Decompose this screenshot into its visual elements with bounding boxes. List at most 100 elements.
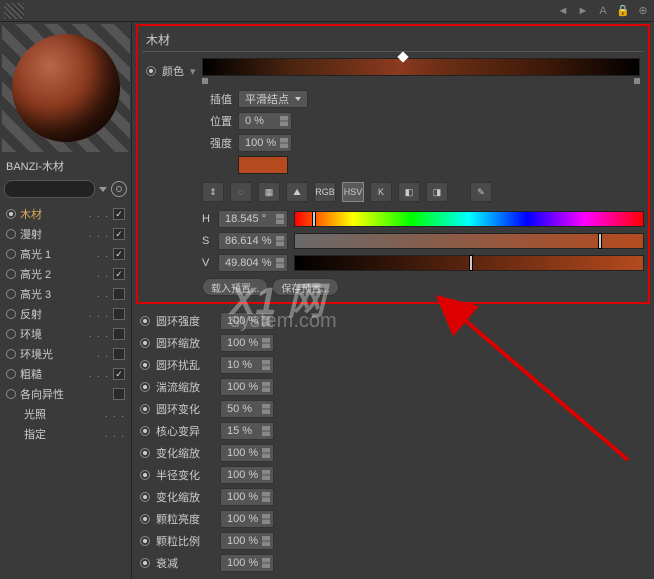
property-radio[interactable] — [140, 316, 150, 326]
title-bar: ◄ ► A 🔒 ⊕ — [0, 0, 654, 22]
property-spinner[interactable]: 100 % — [220, 378, 274, 396]
arrow-left-icon[interactable]: ◄ — [556, 4, 570, 18]
hue-handle[interactable] — [312, 211, 316, 227]
channel-radio[interactable] — [6, 229, 16, 239]
target-icon[interactable] — [111, 181, 127, 197]
extra-row[interactable]: 光照. . . — [2, 404, 129, 424]
v-spinner[interactable]: 49.804 % — [218, 254, 288, 272]
property-radio[interactable] — [140, 382, 150, 392]
channel-checkbox[interactable] — [113, 388, 125, 400]
channel-row[interactable]: 粗糙 . . . — [2, 364, 129, 384]
channel-radio[interactable] — [6, 249, 16, 259]
sat-slider[interactable] — [294, 233, 644, 249]
hue-slider[interactable] — [294, 211, 644, 227]
property-spinner[interactable]: 100 % — [220, 334, 274, 352]
channel-row[interactable]: 反射 . . . — [2, 304, 129, 324]
lock-icon[interactable]: 🔒 — [616, 4, 630, 18]
property-spinner[interactable]: 100 % — [220, 312, 274, 330]
channel-radio[interactable] — [6, 309, 16, 319]
tool-button[interactable]: ⛰ — [286, 182, 308, 202]
sat-handle[interactable] — [598, 233, 602, 249]
color-dropdown-icon[interactable]: ▾ — [190, 65, 196, 78]
property-spinner[interactable]: 100 % — [220, 532, 274, 550]
channel-dots: . . . — [89, 328, 109, 340]
channel-row[interactable]: 高光 2 . . — [2, 264, 129, 284]
extra-row[interactable]: 指定. . . — [2, 424, 129, 444]
load-preset-button[interactable]: 载入预置... — [202, 278, 268, 296]
tool-button[interactable]: ✎ — [470, 182, 492, 202]
property-row: 圆环变化 50 % — [140, 398, 646, 420]
property-radio[interactable] — [140, 404, 150, 414]
gradient-bar[interactable] — [202, 58, 640, 76]
tool-button[interactable]: ◌ — [230, 182, 252, 202]
search-input[interactable] — [4, 180, 95, 198]
property-label: 变化缩放 — [156, 445, 214, 461]
s-spinner[interactable]: 86.614 % — [218, 232, 288, 250]
channel-checkbox[interactable] — [113, 248, 125, 260]
channel-radio[interactable] — [6, 289, 16, 299]
h-spinner[interactable]: 18.545 ° — [218, 210, 288, 228]
position-spinner[interactable]: 0 % — [238, 112, 292, 130]
tool-button[interactable]: K — [370, 182, 392, 202]
channel-radio[interactable] — [6, 329, 16, 339]
channel-row[interactable]: 各向异性 — [2, 384, 129, 404]
property-radio[interactable] — [140, 448, 150, 458]
channel-checkbox[interactable] — [113, 368, 125, 380]
property-radio[interactable] — [140, 558, 150, 568]
gradient-range[interactable] — [202, 78, 640, 84]
property-spinner[interactable]: 100 % — [220, 444, 274, 462]
color-swatch[interactable] — [238, 156, 288, 174]
property-radio[interactable] — [140, 426, 150, 436]
extra-label: 指定 — [24, 426, 101, 442]
channel-radio[interactable] — [6, 389, 16, 399]
channel-checkbox[interactable] — [113, 328, 125, 340]
property-spinner[interactable]: 15 % — [220, 422, 274, 440]
channel-radio[interactable] — [6, 269, 16, 279]
add-icon[interactable]: ⊕ — [636, 4, 650, 18]
channel-row[interactable]: 漫射 . . . — [2, 224, 129, 244]
channel-radio[interactable] — [6, 369, 16, 379]
property-spinner[interactable]: 50 % — [220, 400, 274, 418]
tool-button[interactable]: ◨ — [426, 182, 448, 202]
property-radio[interactable] — [140, 536, 150, 546]
material-preview[interactable] — [2, 24, 130, 152]
channel-row[interactable]: 高光 1 . . — [2, 244, 129, 264]
tool-button[interactable]: ⇕ — [202, 182, 224, 202]
property-spinner[interactable]: 100 % — [220, 488, 274, 506]
channel-row[interactable]: 高光 3 . . — [2, 284, 129, 304]
tool-button[interactable]: RGB — [314, 182, 336, 202]
arrow-right-icon[interactable]: ► — [576, 4, 590, 18]
channel-radio[interactable] — [6, 349, 16, 359]
property-radio[interactable] — [140, 360, 150, 370]
channel-checkbox[interactable] — [113, 308, 125, 320]
text-icon[interactable]: A — [596, 4, 610, 18]
channel-row[interactable]: 环境光 . . — [2, 344, 129, 364]
channel-checkbox[interactable] — [113, 288, 125, 300]
property-radio[interactable] — [140, 338, 150, 348]
save-preset-button[interactable]: 保存预置... — [272, 278, 338, 296]
tool-button[interactable]: HSV — [342, 182, 364, 202]
interp-dropdown[interactable]: 平滑结点 — [238, 90, 308, 108]
property-radio[interactable] — [140, 514, 150, 524]
color-radio[interactable] — [146, 66, 156, 76]
property-spinner[interactable]: 100 % — [220, 510, 274, 528]
channel-row[interactable]: 木材 . . . — [2, 204, 129, 224]
val-handle[interactable] — [469, 255, 473, 271]
gradient-knot[interactable] — [397, 51, 408, 62]
tool-button[interactable]: ◧ — [398, 182, 420, 202]
dropdown-arrow-icon[interactable] — [99, 187, 107, 192]
channel-checkbox[interactable] — [113, 348, 125, 360]
val-slider[interactable] — [294, 255, 644, 271]
channel-row[interactable]: 环境 . . . — [2, 324, 129, 344]
channel-checkbox[interactable] — [113, 228, 125, 240]
channel-checkbox[interactable] — [113, 208, 125, 220]
property-spinner[interactable]: 10 % — [220, 356, 274, 374]
property-radio[interactable] — [140, 470, 150, 480]
property-spinner[interactable]: 100 % — [220, 554, 274, 572]
channel-checkbox[interactable] — [113, 268, 125, 280]
property-spinner[interactable]: 100 % — [220, 466, 274, 484]
channel-radio[interactable] — [6, 209, 16, 219]
tool-button[interactable]: ▦ — [258, 182, 280, 202]
property-radio[interactable] — [140, 492, 150, 502]
intensity-spinner[interactable]: 100 % — [238, 134, 292, 152]
